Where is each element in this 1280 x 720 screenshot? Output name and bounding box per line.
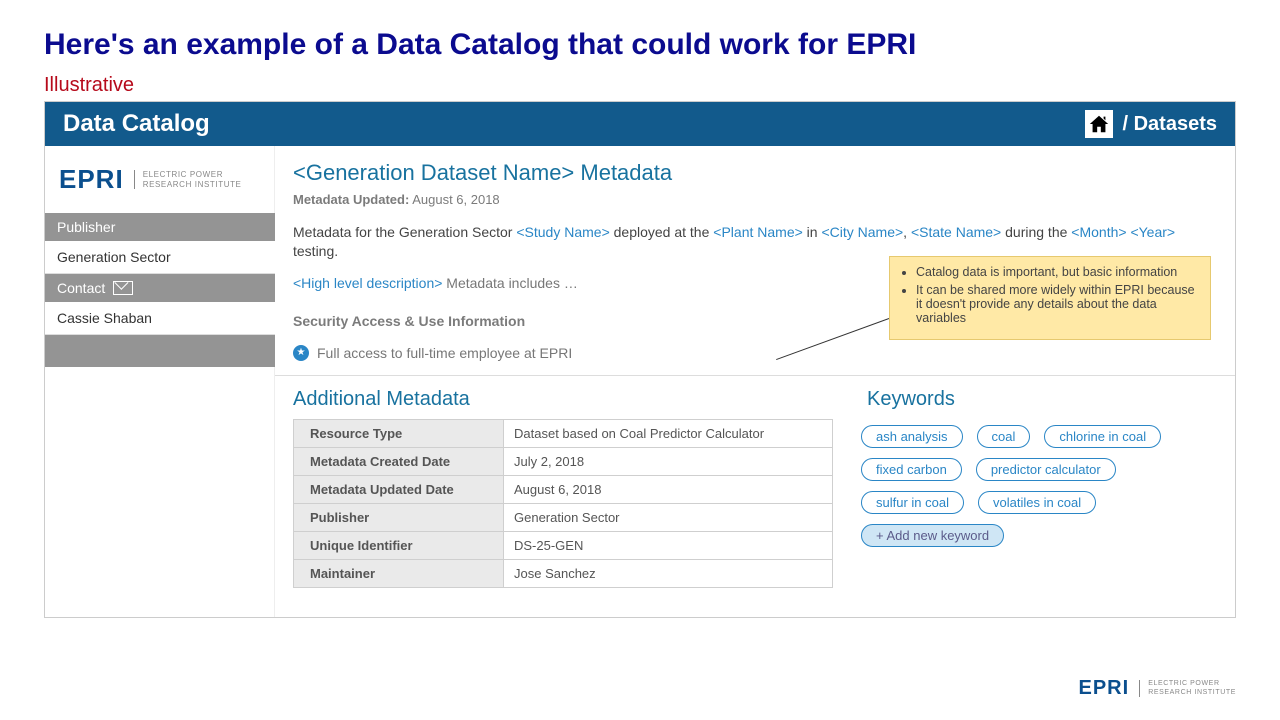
table-row: Metadata Updated DateAugust 6, 2018 — [294, 475, 833, 503]
dataset-title: <Generation Dataset Name> Metadata — [293, 160, 1219, 186]
epri-logo-mark: EPRI — [1079, 677, 1130, 700]
table-row: Resource TypeDataset based on Coal Predi… — [294, 419, 833, 447]
catalog-header: Data Catalog / Datasets — [45, 102, 1235, 146]
metadata-table: Resource TypeDataset based on Coal Predi… — [293, 419, 833, 588]
home-icon[interactable] — [1085, 110, 1113, 138]
logo-block: EPRI ELECTRIC POWER RESEARCH INSTITUTE — [45, 146, 275, 213]
slide-subtitle: Illustrative — [44, 74, 1236, 97]
meta-key: Metadata Created Date — [294, 447, 504, 475]
keyword-tag[interactable]: volatiles in coal — [978, 491, 1096, 514]
callout-item: Catalog data is important, but basic inf… — [916, 265, 1200, 279]
meta-value: July 2, 2018 — [504, 447, 833, 475]
meta-value: Dataset based on Coal Predictor Calculat… — [504, 419, 833, 447]
meta-value: August 6, 2018 — [504, 475, 833, 503]
callout-item: It can be shared more widely within EPRI… — [916, 283, 1200, 325]
slide-title: Here's an example of a Data Catalog that… — [44, 28, 1236, 62]
meta-key: Unique Identifier — [294, 531, 504, 559]
sidebar-blank — [45, 367, 275, 617]
keywords-heading: Keywords — [861, 388, 1219, 411]
star-badge-icon: ★ — [293, 345, 309, 361]
placeholder-state: <State Name> — [911, 224, 1001, 240]
table-row: Unique IdentifierDS-25-GEN — [294, 531, 833, 559]
additional-metadata-block: Additional Metadata Resource TypeDataset… — [293, 388, 833, 588]
table-row: PublisherGeneration Sector — [294, 503, 833, 531]
meta-key: Maintainer — [294, 559, 504, 587]
main-panel: <Generation Dataset Name> Metadata Metad… — [275, 146, 1235, 617]
placeholder-month: <Month> — [1071, 224, 1126, 240]
keyword-tag[interactable]: sulfur in coal — [861, 491, 964, 514]
add-keyword-button[interactable]: + Add new keyword — [861, 524, 1004, 547]
table-row: Metadata Created DateJuly 2, 2018 — [294, 447, 833, 475]
meta-key: Resource Type — [294, 419, 504, 447]
sidebar-filler — [45, 335, 275, 367]
keyword-tag[interactable]: coal — [977, 425, 1031, 448]
epri-logo-subtitle: ELECTRIC POWER RESEARCH INSTITUTE — [134, 170, 242, 189]
meta-value: Generation Sector — [504, 503, 833, 531]
footer-logo: EPRI ELECTRIC POWER RESEARCH INSTITUTE — [1079, 677, 1237, 700]
sidebar: EPRI ELECTRIC POWER RESEARCH INSTITUTE P… — [45, 146, 275, 617]
placeholder-plant: <Plant Name> — [713, 224, 803, 240]
mail-icon[interactable] — [113, 281, 133, 295]
breadcrumb[interactable]: / Datasets — [1123, 113, 1218, 136]
placeholder-city: <City Name> — [821, 224, 903, 240]
meta-key: Publisher — [294, 503, 504, 531]
keywords-block: Keywords ash analysis coal chlorine in coa… — [861, 388, 1219, 588]
epri-logo-mark: EPRI — [59, 164, 124, 195]
epri-logo-subtitle: ELECTRIC POWER RESEARCH INSTITUTE — [1139, 680, 1236, 697]
sidebar-contact-value[interactable]: Cassie Shaban — [45, 302, 275, 335]
placeholder-year: <Year> — [1130, 224, 1175, 240]
keyword-tag[interactable]: fixed carbon — [861, 458, 962, 481]
app-title: Data Catalog — [63, 110, 210, 138]
sidebar-publisher-heading: Publisher — [45, 213, 275, 241]
security-access-line: ★ Full access to full-time employee at E… — [293, 345, 1219, 361]
keyword-tag[interactable]: ash analysis — [861, 425, 963, 448]
sidebar-publisher-value[interactable]: Generation Sector — [45, 241, 275, 274]
meta-value: DS-25-GEN — [504, 531, 833, 559]
additional-metadata-heading: Additional Metadata — [293, 388, 833, 411]
meta-value: Jose Sanchez — [504, 559, 833, 587]
keyword-tag-list: ash analysis coal chlorine in coal fixed ca… — [861, 425, 1219, 547]
placeholder-study: <Study Name> — [516, 224, 609, 240]
metadata-updated: Metadata Updated: August 6, 2018 — [293, 192, 1219, 207]
keyword-tag[interactable]: chlorine in coal — [1044, 425, 1161, 448]
divider — [275, 375, 1235, 376]
callout-box: Catalog data is important, but basic inf… — [889, 256, 1211, 340]
meta-key: Metadata Updated Date — [294, 475, 504, 503]
sidebar-contact-heading: Contact — [45, 274, 275, 302]
catalog-mockup: Data Catalog / Datasets EPRI ELECTRIC PO… — [44, 101, 1236, 618]
keyword-tag[interactable]: predictor calculator — [976, 458, 1116, 481]
table-row: MaintainerJose Sanchez — [294, 559, 833, 587]
